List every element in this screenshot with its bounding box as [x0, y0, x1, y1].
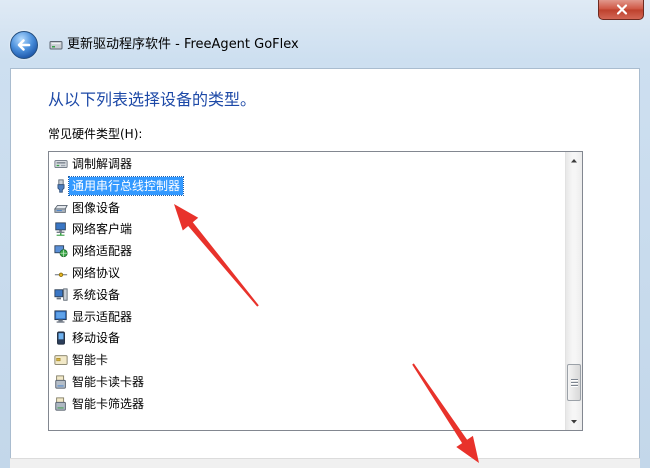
chevron-up-icon: [571, 159, 577, 163]
smart-card-icon: [54, 353, 68, 367]
vertical-scrollbar[interactable]: [565, 152, 582, 430]
list-item[interactable]: 网络客户端: [49, 218, 565, 240]
mobile-device-icon: [54, 331, 68, 345]
scroll-thumb[interactable]: [567, 364, 581, 401]
list-item[interactable]: 网络协议: [49, 262, 565, 284]
wizard-window: 更新驱动程序软件 - FreeAgent GoFlex 从以下列表选择设备的类型…: [0, 0, 650, 468]
page-heading: 从以下列表选择设备的类型。: [48, 90, 257, 109]
list-item[interactable]: 图像设备: [49, 197, 565, 219]
driver-software-icon: [49, 41, 63, 50]
list-item[interactable]: 系统设备: [49, 284, 565, 306]
list-item[interactable]: 移动设备: [49, 327, 565, 349]
hardware-type-list[interactable]: 调制解调器通用串行总线控制器图像设备网络客户端网络适配器网络协议系统设备显示适配…: [48, 151, 583, 431]
close-icon: [616, 4, 628, 15]
list-item-label: 图像设备: [72, 200, 121, 215]
list-item-label: 智能卡: [72, 353, 109, 368]
chevron-down-icon: [571, 420, 577, 424]
list-item[interactable]: 智能卡读卡器: [49, 371, 565, 393]
back-arrow-icon: [17, 39, 31, 51]
list-item[interactable]: 显示适配器: [49, 306, 565, 328]
list-item-label: 通用串行总线控制器: [67, 175, 185, 196]
scroll-up-button[interactable]: [566, 152, 582, 169]
network-adapter-icon: [54, 244, 68, 258]
back-button[interactable]: [10, 31, 38, 59]
list-item-label: 系统设备: [72, 287, 121, 302]
list-item[interactable]: 通用串行总线控制器: [49, 175, 565, 197]
list-item-label: 网络适配器: [72, 244, 133, 259]
close-button[interactable]: [598, 0, 644, 20]
window-title: 更新驱动程序软件 - FreeAgent GoFlex: [67, 37, 299, 52]
imaging-device-icon: [54, 201, 68, 215]
list-item[interactable]: 调制解调器: [49, 153, 565, 175]
network-protocol-icon: [54, 266, 68, 280]
content-panel: 从以下列表选择设备的类型。 常见硬件类型(H): 调制解调器通用串行总线控制器图…: [10, 68, 640, 459]
modem-icon: [54, 157, 68, 171]
hardware-types-label: 常见硬件类型(H):: [48, 127, 143, 141]
list-item-label: 网络协议: [72, 266, 121, 280]
list-item-label: 显示适配器: [72, 309, 133, 324]
list-item-label: 智能卡筛选器: [72, 396, 145, 411]
list-items-container: 调制解调器通用串行总线控制器图像设备网络客户端网络适配器网络协议系统设备显示适配…: [49, 152, 565, 430]
smart-card-filter-icon: [54, 397, 68, 411]
usb-controller-icon: [54, 179, 68, 193]
list-item-label: 网络客户端: [72, 222, 133, 237]
network-client-icon: [54, 222, 68, 237]
list-item-label: 移动设备: [72, 331, 121, 346]
list-item[interactable]: 智能卡: [49, 349, 565, 371]
system-device-icon: [54, 288, 68, 302]
scroll-track[interactable]: [566, 169, 582, 413]
list-item-label: 智能卡读卡器: [72, 375, 145, 389]
smart-card-reader-icon: [54, 375, 68, 389]
display-adapter-icon: [54, 310, 68, 324]
list-item-label: 调制解调器: [72, 157, 133, 171]
scroll-down-button[interactable]: [566, 413, 582, 430]
button-bar: [10, 458, 640, 468]
list-item[interactable]: 智能卡筛选器: [49, 393, 565, 415]
list-item[interactable]: 网络适配器: [49, 240, 565, 262]
